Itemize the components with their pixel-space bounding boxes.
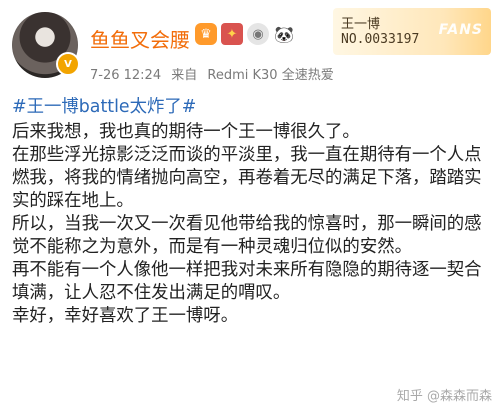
post-paragraph: 幸好，幸好喜欢了王一博呀。 [12,306,239,326]
topic-link[interactable]: #王一博battle太炸了# [12,96,492,119]
award-badge-icon[interactable]: ✦ [221,23,243,45]
avatar[interactable]: V [12,12,80,78]
source-device: Redmi K30 全速热爱 [207,68,334,83]
fan-card-name: 王一博 [341,17,381,32]
fan-card-number: NO.0033197 [341,32,420,47]
crown-badge-icon[interactable]: ♛ [195,23,217,45]
post-time: 7-26 12:24 [90,68,162,83]
fan-card-label: FANS [438,22,483,38]
post-paragraph: 后来我想，我也真的期待一个王一博很久了。 [12,122,360,142]
vip-badge-icon: V [56,52,80,76]
post-content: #王一博battle太炸了# 后来我想，我也真的期待一个王一博很久了。 在那些浮… [12,96,492,328]
panda-badge-icon[interactable]: 🐼 [273,23,295,45]
post-paragraph: 再不能有一个人像他一样把我对未来所有隐隐的期待逐一契合填满，让人忍不住发出满足的… [12,260,482,303]
post-paragraph: 在那些浮光掠影泛泛而谈的平淡里，我一直在期待有一个人点燃我，将我的情绪抛向高空，… [12,145,482,211]
watermark: 知乎 @森森而森 [396,389,492,404]
username[interactable]: 鱼鱼叉会腰 [90,24,190,53]
post-meta: 7-26 12:24 来自 Redmi K30 全速热爱 [90,64,340,83]
post-header: V 鱼鱼叉会腰 ♛ ✦ ◉ 🐼 7-26 12:24 来自 Redmi K30 … [0,0,500,92]
medal-badge-icon[interactable]: ◉ [247,23,269,45]
fan-card[interactable]: 王一博 NO.0033197 FANS [333,8,491,55]
source-prefix: 来自 [171,68,198,83]
user-badges: ♛ ✦ ◉ 🐼 [195,23,295,45]
post-paragraph: 所以，当我一次又一次看见他带给我的惊喜时，那一瞬间的感觉不能称之为意外，而是有一… [12,214,482,257]
